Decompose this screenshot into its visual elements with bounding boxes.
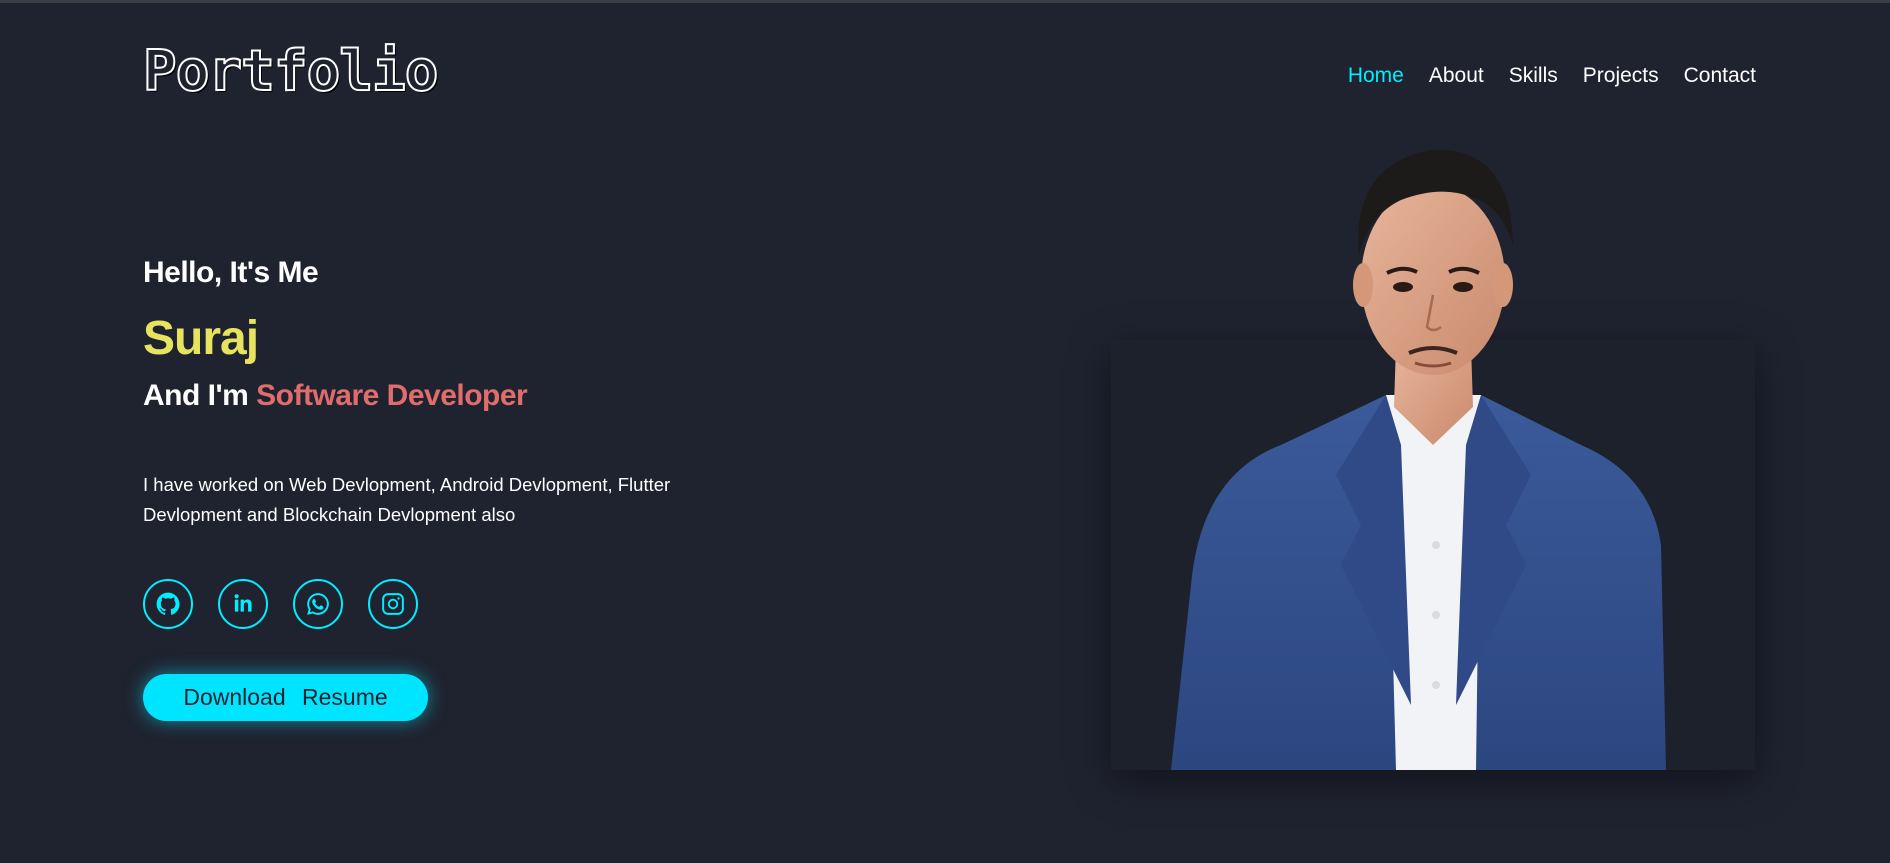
role-heading: And I'm Software Developer [143,379,528,413]
greeting-heading: Hello, It's Me [143,256,319,289]
nav-home[interactable]: Home [1348,64,1404,88]
person-illustration [1171,149,1666,770]
nav-skills[interactable]: Skills [1509,64,1558,88]
instagram-icon [382,593,404,615]
profile-photo [1111,145,1755,770]
instagram-link[interactable] [368,579,418,629]
nav-projects[interactable]: Projects [1583,64,1659,88]
download-resume-button[interactable]: Download Resume [143,674,428,721]
nav-contact[interactable]: Contact [1684,64,1756,88]
hero-name: Suraj [143,312,259,365]
whatsapp-link[interactable] [293,579,343,629]
whatsapp-icon [307,593,329,615]
main-nav: Home About Skills Projects Contact [1348,64,1756,88]
top-border [0,0,1890,3]
linkedin-link[interactable] [218,579,268,629]
role-prefix: And I'm [143,379,249,412]
social-links [143,579,418,629]
github-link[interactable] [143,579,193,629]
linkedin-icon [234,594,252,612]
nav-about[interactable]: About [1429,64,1484,88]
hero-description: I have worked on Web Devlopment, Android… [143,474,671,525]
site-logo[interactable]: Portfolio [142,43,439,101]
github-icon [156,592,180,615]
role-title: Software Developer [256,379,528,412]
